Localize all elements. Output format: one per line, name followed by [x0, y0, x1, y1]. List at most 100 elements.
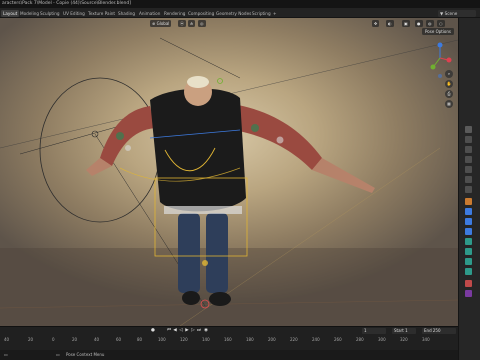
tab-rendering[interactable]: Rendering [162, 10, 187, 17]
pose-options-button[interactable]: Pose Options [422, 28, 454, 35]
shading-solid-button[interactable]: ● [415, 19, 423, 27]
timeline-tick: 200 [268, 337, 276, 342]
collection-properties-icon[interactable] [465, 186, 472, 193]
rig-control-circle[interactable] [39, 77, 161, 223]
texture-properties-icon[interactable] [465, 290, 472, 297]
orientation-label: Global [156, 20, 170, 26]
camera-view-icon[interactable]: ⎙ [445, 90, 453, 98]
character-right-sleeve [232, 104, 322, 170]
character-jacket [150, 88, 246, 212]
pivot-marker[interactable] [202, 260, 208, 266]
shading-rendered-icon: ○ [439, 20, 443, 26]
pivot-icon: ⦿ [180, 20, 184, 26]
tab-geometry-nodes[interactable]: Geometry Nodes [214, 10, 253, 17]
xray-toggle[interactable]: ▣ [402, 19, 410, 27]
scene-selector[interactable]: ▼ Scene [438, 9, 476, 17]
particles-properties-icon[interactable] [465, 218, 472, 225]
mouse-right-icon: ▭ [56, 352, 60, 357]
modifier-properties-icon[interactable] [465, 208, 472, 215]
rig-line [159, 37, 241, 79]
perspective-toggle-icon[interactable]: ▦ [445, 100, 453, 108]
pivot-dropdown[interactable]: ⦿ [178, 19, 186, 27]
output-properties-icon[interactable] [465, 146, 472, 153]
timeline-tick: 40 [4, 337, 10, 342]
pan-icon[interactable]: ✋ [445, 80, 453, 88]
snap-icon: ⋔ [190, 20, 194, 26]
tab-sculpting[interactable]: Sculpting [38, 10, 62, 17]
tab-uv-editing[interactable]: UV Editing [61, 10, 87, 17]
axis-y-icon[interactable] [430, 64, 436, 70]
pivot-marker[interactable] [217, 78, 223, 84]
overlay-icon: ◐ [388, 20, 392, 26]
bone-constraints-icon[interactable] [465, 268, 472, 275]
shading-rendered-button[interactable]: ○ [437, 19, 445, 27]
status-hint: Pose Context Menu [66, 352, 105, 357]
overlay-toggle[interactable]: ◐ [386, 19, 394, 27]
view-layer-properties-icon[interactable] [465, 156, 472, 163]
tab-shading[interactable]: Shading [116, 10, 137, 17]
status-bar: ▭ ▭ Pose Context Menu [0, 350, 458, 360]
record-keyframes-button[interactable]: ● [150, 328, 156, 334]
current-frame-field[interactable]: 1 [362, 328, 386, 334]
timeline-tick: 240 [312, 337, 320, 342]
title-bar: aracters\Pack 7\Model - Copie (44)\Sourc… [0, 0, 480, 8]
timeline-tick: 120 [180, 337, 188, 342]
timeline-ruler[interactable]: 40 20 0 20 40 60 80 100 120 140 160 180 … [0, 336, 458, 344]
viewport-header: ⊕ Global ⦿ ⋔ ◎ ✥ ◐ ▣ ● ◍ ○ [0, 18, 458, 28]
character-hair [187, 76, 209, 88]
sleeve-pattern [251, 124, 259, 132]
world-properties-icon[interactable] [465, 176, 472, 183]
bone-properties-icon[interactable] [465, 258, 472, 265]
proportional-edit-toggle[interactable]: ◎ [198, 19, 206, 27]
timeline-tick: 80 [137, 337, 143, 342]
tab-texture-paint[interactable]: Texture Paint [86, 10, 117, 17]
toolbar [0, 48, 9, 158]
tab-layout[interactable]: Layout [1, 9, 20, 17]
orientation-dropdown[interactable]: ⊕ Global [150, 19, 172, 27]
playback-controls: ● ⏮ ◀ ◁ ▶ ▷ ⏭ ◉ 1 Start 1 End 250 [0, 327, 458, 335]
timeline-tick: 300 [378, 337, 386, 342]
end-frame-field[interactable]: End 250 [422, 328, 456, 334]
floor-shadow [0, 248, 458, 326]
character-left-leg [178, 213, 200, 293]
autokey-icon[interactable]: ◉ [203, 328, 209, 334]
add-workspace-button[interactable]: + [271, 10, 279, 17]
character-right-arm [312, 158, 375, 193]
end-value: 250 [432, 328, 441, 333]
sleeve-pattern [276, 136, 284, 144]
tab-compositing[interactable]: Compositing [186, 10, 216, 17]
gizmo-toggle[interactable]: ✥ [372, 19, 380, 27]
zoom-icon[interactable]: ⌕ [445, 70, 453, 78]
axis-z-icon[interactable] [437, 42, 443, 48]
data-properties-icon[interactable] [465, 248, 472, 255]
character-right-leg [206, 213, 228, 293]
physics-properties-icon[interactable] [465, 228, 472, 235]
proportional-edit-icon: ◎ [200, 20, 204, 26]
timeline-editor: ● ⏮ ◀ ◁ ▶ ▷ ⏭ ◉ 1 Start 1 End 250 40 20 … [0, 326, 458, 350]
workspace-tab-bar: Layout Modeling Sculpting UV Editing Tex… [0, 8, 480, 18]
shading-material-button[interactable]: ◍ [426, 19, 434, 27]
character-right-shoe [209, 292, 231, 306]
scene-properties-icon[interactable] [465, 166, 472, 173]
character-left-sleeve [100, 106, 155, 166]
tab-scripting[interactable]: Scripting [250, 10, 273, 17]
render-properties-icon[interactable] [465, 136, 472, 143]
3d-viewport[interactable]: ⊕ Global ⦿ ⋔ ◎ ✥ ◐ ▣ ● ◍ ○ Pose Options … [0, 18, 458, 326]
tab-animation[interactable]: Animation [137, 10, 162, 17]
object-properties-icon[interactable] [465, 198, 472, 205]
window-title: aracters\Pack 7\Model - Copie (44)\Sourc… [2, 1, 131, 6]
start-frame-field[interactable]: Start 1 [392, 328, 416, 334]
material-properties-icon[interactable] [465, 280, 472, 287]
timeline-tick: 180 [246, 337, 254, 342]
constraints-properties-icon[interactable] [465, 238, 472, 245]
axis-x-icon[interactable] [446, 57, 452, 63]
shading-material-icon: ◍ [428, 20, 432, 26]
jump-to-end-button[interactable]: ⏭ [196, 328, 202, 334]
timeline-tick: 20 [72, 337, 78, 342]
tool-properties-icon[interactable] [465, 126, 472, 133]
snap-toggle[interactable]: ⋔ [188, 19, 196, 27]
timeline-tick: 20 [28, 337, 34, 342]
timeline-tick: 160 [224, 337, 232, 342]
timeline-tick: 340 [422, 337, 430, 342]
gizmo-icon: ✥ [374, 20, 378, 26]
